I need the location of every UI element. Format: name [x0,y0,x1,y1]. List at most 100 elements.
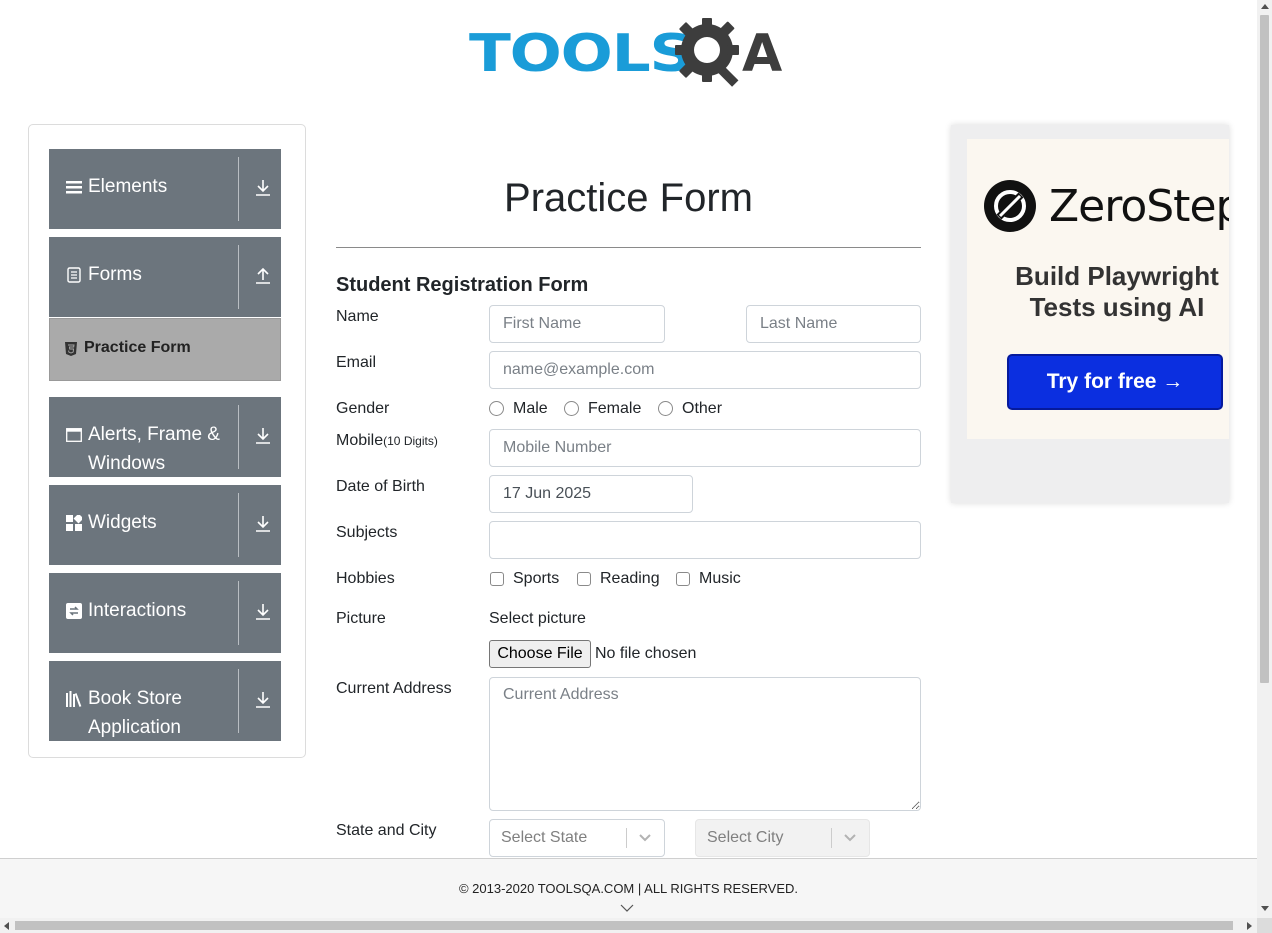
file-status: No file chosen [595,645,697,662]
mobile-hint: (10 Digits) [383,434,438,448]
download-arrow-icon[interactable] [255,603,271,621]
mobile-label-text: Mobile [336,432,384,449]
mobile-input[interactable] [489,429,921,467]
gender-other-radio[interactable] [658,401,673,416]
ad-tagline: Build Playwright Tests using AI [1015,261,1219,322]
city-select[interactable]: Select City [695,819,870,857]
sidebar-group-forms[interactable]: Forms [49,237,281,317]
gender-option-label[interactable]: Male [513,400,548,418]
ad-brand: ZeroStep [1049,181,1229,232]
subjects-input[interactable] [489,521,921,559]
html5-icon [65,342,77,356]
gender-label: Gender [336,400,390,417]
scroll-up-icon[interactable] [1261,4,1269,9]
chevron-down-icon[interactable] [843,833,857,843]
current-address-label: Current Address [336,680,452,697]
form-subtitle: Student Registration Form [336,274,589,296]
divider [238,157,239,221]
dob-label: Date of Birth [336,478,425,495]
ad-cta-button[interactable]: Try for free → [1007,354,1223,410]
title-divider [336,247,921,248]
hobby-option-label[interactable]: Reading [600,570,660,588]
hobby-option-label[interactable]: Music [699,570,741,588]
gender-option-label[interactable]: Female [588,400,641,418]
select-picture-label: Select picture [489,610,586,627]
divider [238,581,239,645]
upload-arrow-icon[interactable] [255,267,271,285]
date-of-birth-input[interactable] [489,475,693,513]
mobile-label: Mobile(10 Digits) [336,432,438,450]
interactions-icon [66,603,82,619]
hobby-option-label[interactable]: Sports [513,570,559,588]
divider [238,669,239,733]
gender-female-radio[interactable] [564,401,579,416]
subjects-label: Subjects [336,524,398,541]
logo-suffix: A [742,24,783,84]
last-name-input[interactable] [746,305,921,343]
page-title: Practice Form [504,176,753,220]
current-address-textarea[interactable] [489,677,921,811]
hobby-music-checkbox[interactable] [676,572,690,586]
state-city-label: State and City [336,822,437,839]
gear-magnifier-icon [675,18,739,87]
vertical-scroll-thumb[interactable] [1260,15,1269,683]
sidebar-group-label: Interactions [88,600,187,621]
sidebar-group-label: Book Store Application [88,688,182,738]
form-icon [67,267,81,283]
hobby-reading-checkbox[interactable] [577,572,591,586]
footer-copyright: © 2013-2020 TOOLSQA.COM | ALL RIGHTS RES… [458,881,799,896]
scroll-left-icon[interactable] [4,922,9,930]
scroll-down-icon[interactable] [1261,906,1269,911]
name-label: Name [336,308,379,325]
sidebar-item-label: Practice Form [84,339,191,356]
window-icon [66,428,82,442]
footer: © 2013-2020 TOOLSQA.COM | ALL RIGHTS RES… [0,858,1257,918]
scroll-right-icon[interactable] [1247,922,1252,930]
select-separator [831,828,832,848]
sidebar-item-practice-form[interactable]: Practice Form [49,318,281,381]
hamburger-icon [66,181,82,194]
sidebar-group-elements[interactable]: Elements [49,149,281,229]
download-arrow-icon[interactable] [255,179,271,197]
horizontal-scroll-thumb[interactable] [15,921,1233,930]
sidebar-group-label: Elements [88,176,168,197]
divider [238,493,239,557]
download-arrow-icon[interactable] [255,691,271,709]
books-icon [66,691,82,707]
select-separator [626,828,627,848]
vertical-scrollbar[interactable] [1257,0,1272,918]
email-input[interactable] [489,351,921,389]
hobby-sports-checkbox[interactable] [490,572,504,586]
chevron-down-icon[interactable] [638,833,652,843]
divider [238,405,239,469]
horizontal-scrollbar[interactable] [0,918,1257,933]
ad-banner[interactable]: ZeroStep Build Playwright Tests using AI… [951,125,1229,503]
first-name-input[interactable] [489,305,665,343]
widgets-icon [66,515,82,531]
toolsqa-logo[interactable]: TOOLS A [469,16,793,90]
gender-option-label[interactable]: Other [682,400,722,418]
sidebar-group-book-store[interactable]: Book Store Application [49,661,281,741]
gender-male-radio[interactable] [489,401,504,416]
state-select[interactable]: Select State [489,819,665,857]
download-arrow-icon[interactable] [255,427,271,445]
email-label: Email [336,354,377,371]
choose-file-button[interactable]: Choose File [489,640,591,668]
left-sidebar: Elements Forms Practice Form Alerts, Fra… [28,124,306,758]
ad-card[interactable]: ZeroStep Build Playwright Tests using AI… [967,139,1229,439]
picture-label: Picture [336,610,386,627]
city-select-value: Select City [707,829,784,846]
zerostep-logo-icon [984,180,1036,232]
scrollbar-corner [1257,918,1272,933]
sidebar-group-alerts[interactable]: Alerts, Frame & Windows [49,397,281,477]
sidebar-group-label: Alerts, Frame & Windows [88,424,220,474]
download-arrow-icon[interactable] [255,515,271,533]
sidebar-group-label: Widgets [88,512,157,533]
hobbies-label: Hobbies [336,570,395,587]
sidebar-group-widgets[interactable]: Widgets [49,485,281,565]
state-select-value: Select State [501,829,588,846]
sidebar-group-label: Forms [88,264,142,285]
sidebar-group-interactions[interactable]: Interactions [49,573,281,653]
chevron-down-icon[interactable] [620,904,634,913]
divider [238,245,239,309]
